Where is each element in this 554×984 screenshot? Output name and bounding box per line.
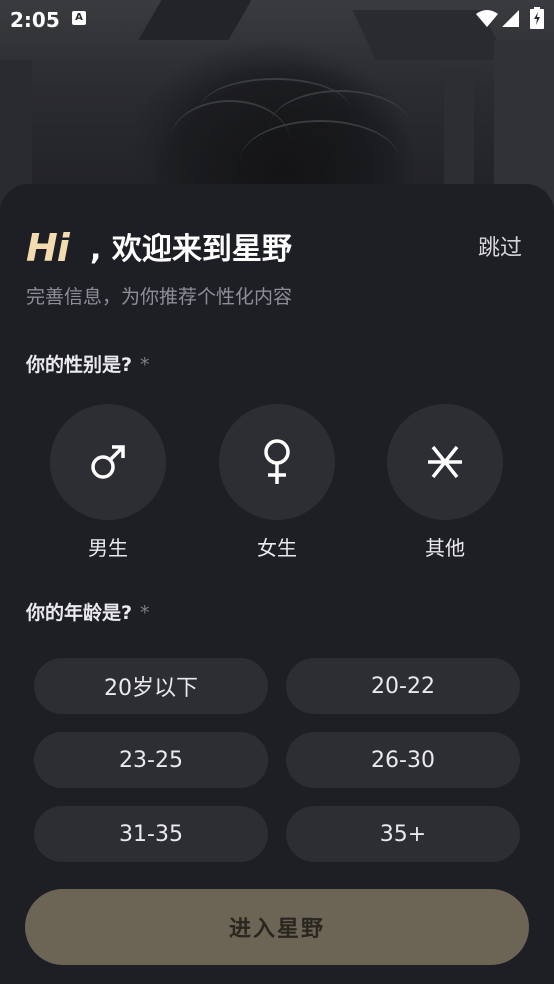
hi-logo: Hi bbox=[26, 226, 70, 270]
skip-button[interactable]: 跳过 bbox=[478, 230, 522, 262]
gender-question-label: 你的性别是? bbox=[26, 354, 133, 376]
male-symbol-icon bbox=[91, 445, 125, 479]
status-time: 2:05 bbox=[10, 8, 60, 32]
enter-button[interactable]: 进入星野 bbox=[25, 889, 529, 965]
age-option-20-22[interactable]: 20-22 bbox=[286, 658, 520, 714]
age-question-label: 你的年龄是? bbox=[26, 602, 133, 624]
age-option-under-20[interactable]: 20岁以下 bbox=[34, 658, 268, 714]
required-mark: * bbox=[140, 602, 150, 624]
a-icon: A bbox=[72, 11, 86, 25]
battery-charging-icon bbox=[530, 7, 544, 29]
age-option-31-35[interactable]: 31-35 bbox=[34, 806, 268, 862]
gender-option-label: 女生 bbox=[257, 536, 297, 560]
signal-icon bbox=[502, 10, 519, 27]
gender-question: 你的性别是? * bbox=[26, 350, 150, 377]
age-option-35-plus[interactable]: 35+ bbox=[286, 806, 520, 862]
gender-option-other[interactable]: 其他 bbox=[386, 404, 504, 561]
gender-option-label: 其他 bbox=[425, 536, 465, 560]
wifi-icon bbox=[476, 10, 498, 27]
subtitle: 完善信息，为你推荐个性化内容 bbox=[26, 286, 293, 308]
female-symbol-icon bbox=[264, 439, 290, 484]
status-bar: 2:05 A bbox=[0, 0, 554, 40]
gender-option-female[interactable]: 女生 bbox=[218, 404, 336, 561]
age-option-23-25[interactable]: 23-25 bbox=[34, 732, 268, 788]
gender-option-male[interactable]: 男生 bbox=[49, 404, 167, 561]
age-question: 你的年龄是? * bbox=[26, 598, 150, 625]
age-option-26-30[interactable]: 26-30 bbox=[286, 732, 520, 788]
welcome-text: , 欢迎来到星野 bbox=[90, 232, 292, 267]
gender-option-label: 男生 bbox=[88, 536, 128, 560]
asterisk-icon bbox=[428, 445, 462, 479]
required-mark: * bbox=[140, 354, 150, 376]
onboarding-sheet: Hi , 欢迎来到星野 跳过 完善信息，为你推荐个性化内容 你的性别是? * 男生… bbox=[0, 184, 554, 984]
